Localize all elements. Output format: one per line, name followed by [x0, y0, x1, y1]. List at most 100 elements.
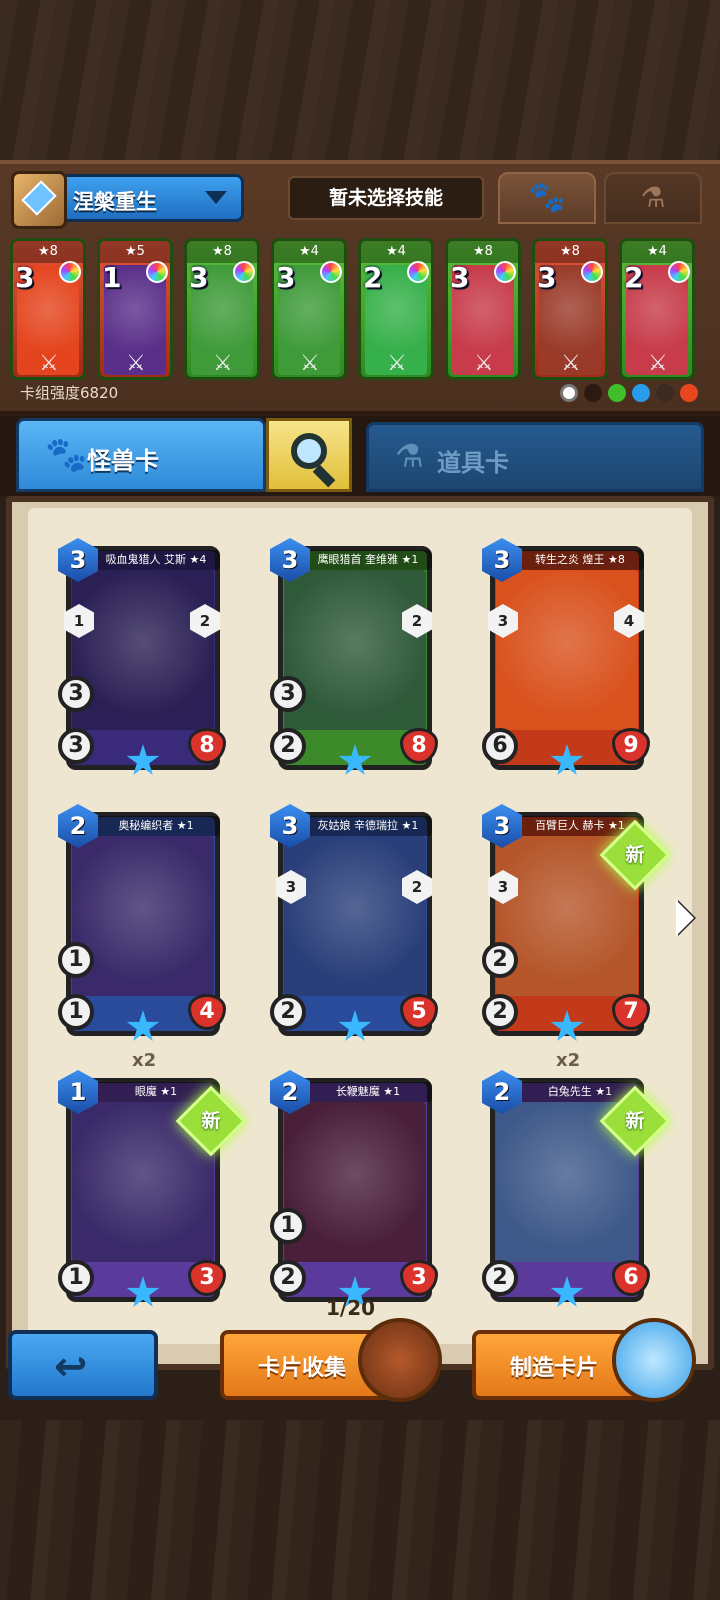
card-collection-page: 吸血鬼猎人 艾斯 ★4 3 3 8 3 1 2 鹰眼猎首 奎维雅 ★1 3 2 8 3 2 转生之炎 煌王… [28, 508, 692, 1344]
card-title: 吸血鬼猎人 艾斯 ★4 [92, 550, 220, 570]
rainbow-gem-icon [581, 261, 603, 283]
rainbow-gem-icon [494, 261, 516, 283]
deck-card-cost: 1 [102, 261, 122, 294]
deck-card-stars: ★8 [13, 241, 83, 263]
new-badge-label: 新 [625, 844, 645, 866]
card-title: 长鞭魅魔 ★1 [304, 1082, 432, 1102]
collection-card[interactable]: 奥秘编织者 ★1 2 1 4 1 [58, 804, 226, 1041]
next-page-arrow-icon[interactable] [676, 900, 694, 936]
rainbow-gem-icon [320, 261, 342, 283]
card-attack: 2 [482, 1260, 518, 1296]
fire-filter-icon[interactable] [680, 384, 698, 402]
deck-card-cost: 3 [537, 261, 557, 294]
deck-panel: 涅槃重生 暂未选择技能 🐾 ⚗ ★8 3 ⚔ ★5 1 ⚔ ★8 3 ⚔ ★4 3 ⚔ ★4 2 ⚔ ★8 3 ⚔… [0, 160, 720, 415]
search-icon-handle [312, 464, 336, 488]
sword-icon: ⚔ [213, 351, 233, 376]
card-collection-label: 卡片收集 [258, 1356, 347, 1381]
card-attack: 2 [482, 994, 518, 1030]
deck-card[interactable]: ★8 3 ⚔ [445, 238, 521, 380]
card-health: 8 [188, 728, 226, 764]
card-title: 灰姑娘 辛德瑞拉 ★1 [304, 816, 432, 836]
card-armor: 3 [270, 676, 306, 712]
rainbow-gem-icon [407, 261, 429, 283]
collection-card[interactable]: 长鞭魅魔 ★1 2 2 3 1 [270, 1070, 438, 1307]
paw-icon: 🐾 [45, 435, 88, 475]
nature-filter-icon[interactable] [608, 384, 626, 402]
neutral-filter-icon[interactable] [560, 384, 578, 402]
card-health: 6 [612, 1260, 650, 1296]
sword-icon: ⚔ [387, 351, 407, 376]
collection-card[interactable]: 灰姑娘 辛德瑞拉 ★1 3 2 5 3 2 [270, 804, 438, 1041]
deck-card[interactable]: ★5 1 ⚔ [97, 238, 173, 380]
card-title: 奥秘编织者 ★1 [92, 816, 220, 836]
tab-monster-cards[interactable]: 🐾 怪兽卡 [16, 418, 266, 492]
card-armor: 3 [58, 676, 94, 712]
potion-tab-icon[interactable]: ⚗ [604, 172, 702, 224]
collection-card[interactable]: 白兔先生 ★1 2 2 6 新 x2 [482, 1050, 671, 1307]
card-title: 转生之炎 煌王 ★8 [516, 550, 644, 570]
card-art [496, 570, 638, 730]
deck-card[interactable]: ★4 2 ⚔ [358, 238, 434, 380]
deck-card-stars: ★5 [100, 241, 170, 263]
craft-bottle-icon [612, 1318, 696, 1402]
deck-card[interactable]: ★4 2 ⚔ [619, 238, 695, 380]
deck-select-dropdown[interactable]: 涅槃重生 [11, 171, 244, 229]
element-filters [560, 384, 698, 402]
card-collection-panel: 吸血鬼猎人 艾斯 ★4 3 3 8 3 1 2 鹰眼猎首 奎维雅 ★1 3 2 8 3 2 转生之炎 煌王… [6, 496, 714, 1370]
card-art [72, 836, 214, 996]
deck-card-row: ★8 3 ⚔ ★5 1 ⚔ ★8 3 ⚔ ★4 3 ⚔ ★4 2 ⚔ ★8 3 ⚔ ★8 3 ⚔ ★4 2 ⚔ [10, 234, 710, 382]
deck-card-stars: ★8 [448, 241, 518, 263]
new-badge-label: 新 [625, 1110, 645, 1132]
deck-card-cost: 3 [15, 261, 35, 294]
collection-card[interactable]: 百臂巨人 赫卡 ★1 3 2 7 2 3 新 [482, 804, 671, 1041]
card-attack: 1 [58, 994, 94, 1030]
tab-monster-label: 怪兽卡 [87, 447, 159, 475]
card-album-icon [358, 1318, 442, 1402]
deck-card[interactable]: ★8 3 ⚔ [184, 238, 260, 380]
card-health: 5 [400, 994, 438, 1030]
tab-item-cards[interactable]: ⚗ 道具卡 [366, 422, 704, 492]
deck-card-stars: ★4 [361, 241, 431, 263]
rainbow-gem-icon [59, 261, 81, 283]
potion-icon: ⚗ [395, 437, 424, 475]
card-art [284, 836, 426, 996]
dark-filter-icon[interactable] [656, 384, 674, 402]
deck-card-cost: 2 [624, 261, 644, 294]
card-count: x2 [132, 1050, 157, 1071]
chevron-down-icon [205, 191, 227, 204]
deck-card[interactable]: ★8 3 ⚔ [10, 238, 86, 380]
card-art [284, 1102, 426, 1262]
card-armor: 1 [270, 1208, 306, 1244]
card-armor: 1 [58, 942, 94, 978]
back-button[interactable]: ↩ [8, 1330, 158, 1400]
collection-card[interactable]: 转生之炎 煌王 ★8 3 6 9 3 4 [482, 538, 650, 775]
top-wood-background [0, 0, 720, 160]
card-health: 7 [612, 994, 650, 1030]
shadow-filter-icon[interactable] [584, 384, 602, 402]
skill-select-button[interactable]: 暂未选择技能 [288, 176, 484, 220]
card-title: 鹰眼猎首 奎维雅 ★1 [304, 550, 432, 570]
collection-card[interactable]: 鹰眼猎首 奎维雅 ★1 3 2 8 3 2 [270, 538, 438, 775]
card-attack: 6 [482, 728, 518, 764]
search-icon [291, 433, 327, 469]
card-attack: 2 [270, 994, 306, 1030]
deck-card[interactable]: ★8 3 ⚔ [532, 238, 608, 380]
card-armor: 2 [482, 942, 518, 978]
sword-icon: ⚔ [39, 351, 59, 376]
search-button[interactable] [266, 418, 352, 492]
paw-tab-icon[interactable]: 🐾 [498, 172, 596, 224]
card-art [284, 570, 426, 730]
card-art [72, 570, 214, 730]
deck-card-stars: ★4 [274, 241, 344, 263]
card-health: 8 [400, 728, 438, 764]
water-filter-icon[interactable] [632, 384, 650, 402]
back-arrow-icon: ↩ [54, 1344, 88, 1390]
collection-card[interactable]: 吸血鬼猎人 艾斯 ★4 3 3 8 3 1 2 [58, 538, 226, 775]
card-count: x2 [556, 1050, 581, 1071]
deck-power: 卡组强度6820 [20, 384, 119, 402]
collection-card[interactable]: 眼魔 ★1 1 1 3 新 x2 [58, 1050, 247, 1307]
sword-icon: ⚔ [126, 351, 146, 376]
deck-card-cost: 3 [450, 261, 470, 294]
deck-card[interactable]: ★4 3 ⚔ [271, 238, 347, 380]
deck-card-cost: 2 [363, 261, 383, 294]
